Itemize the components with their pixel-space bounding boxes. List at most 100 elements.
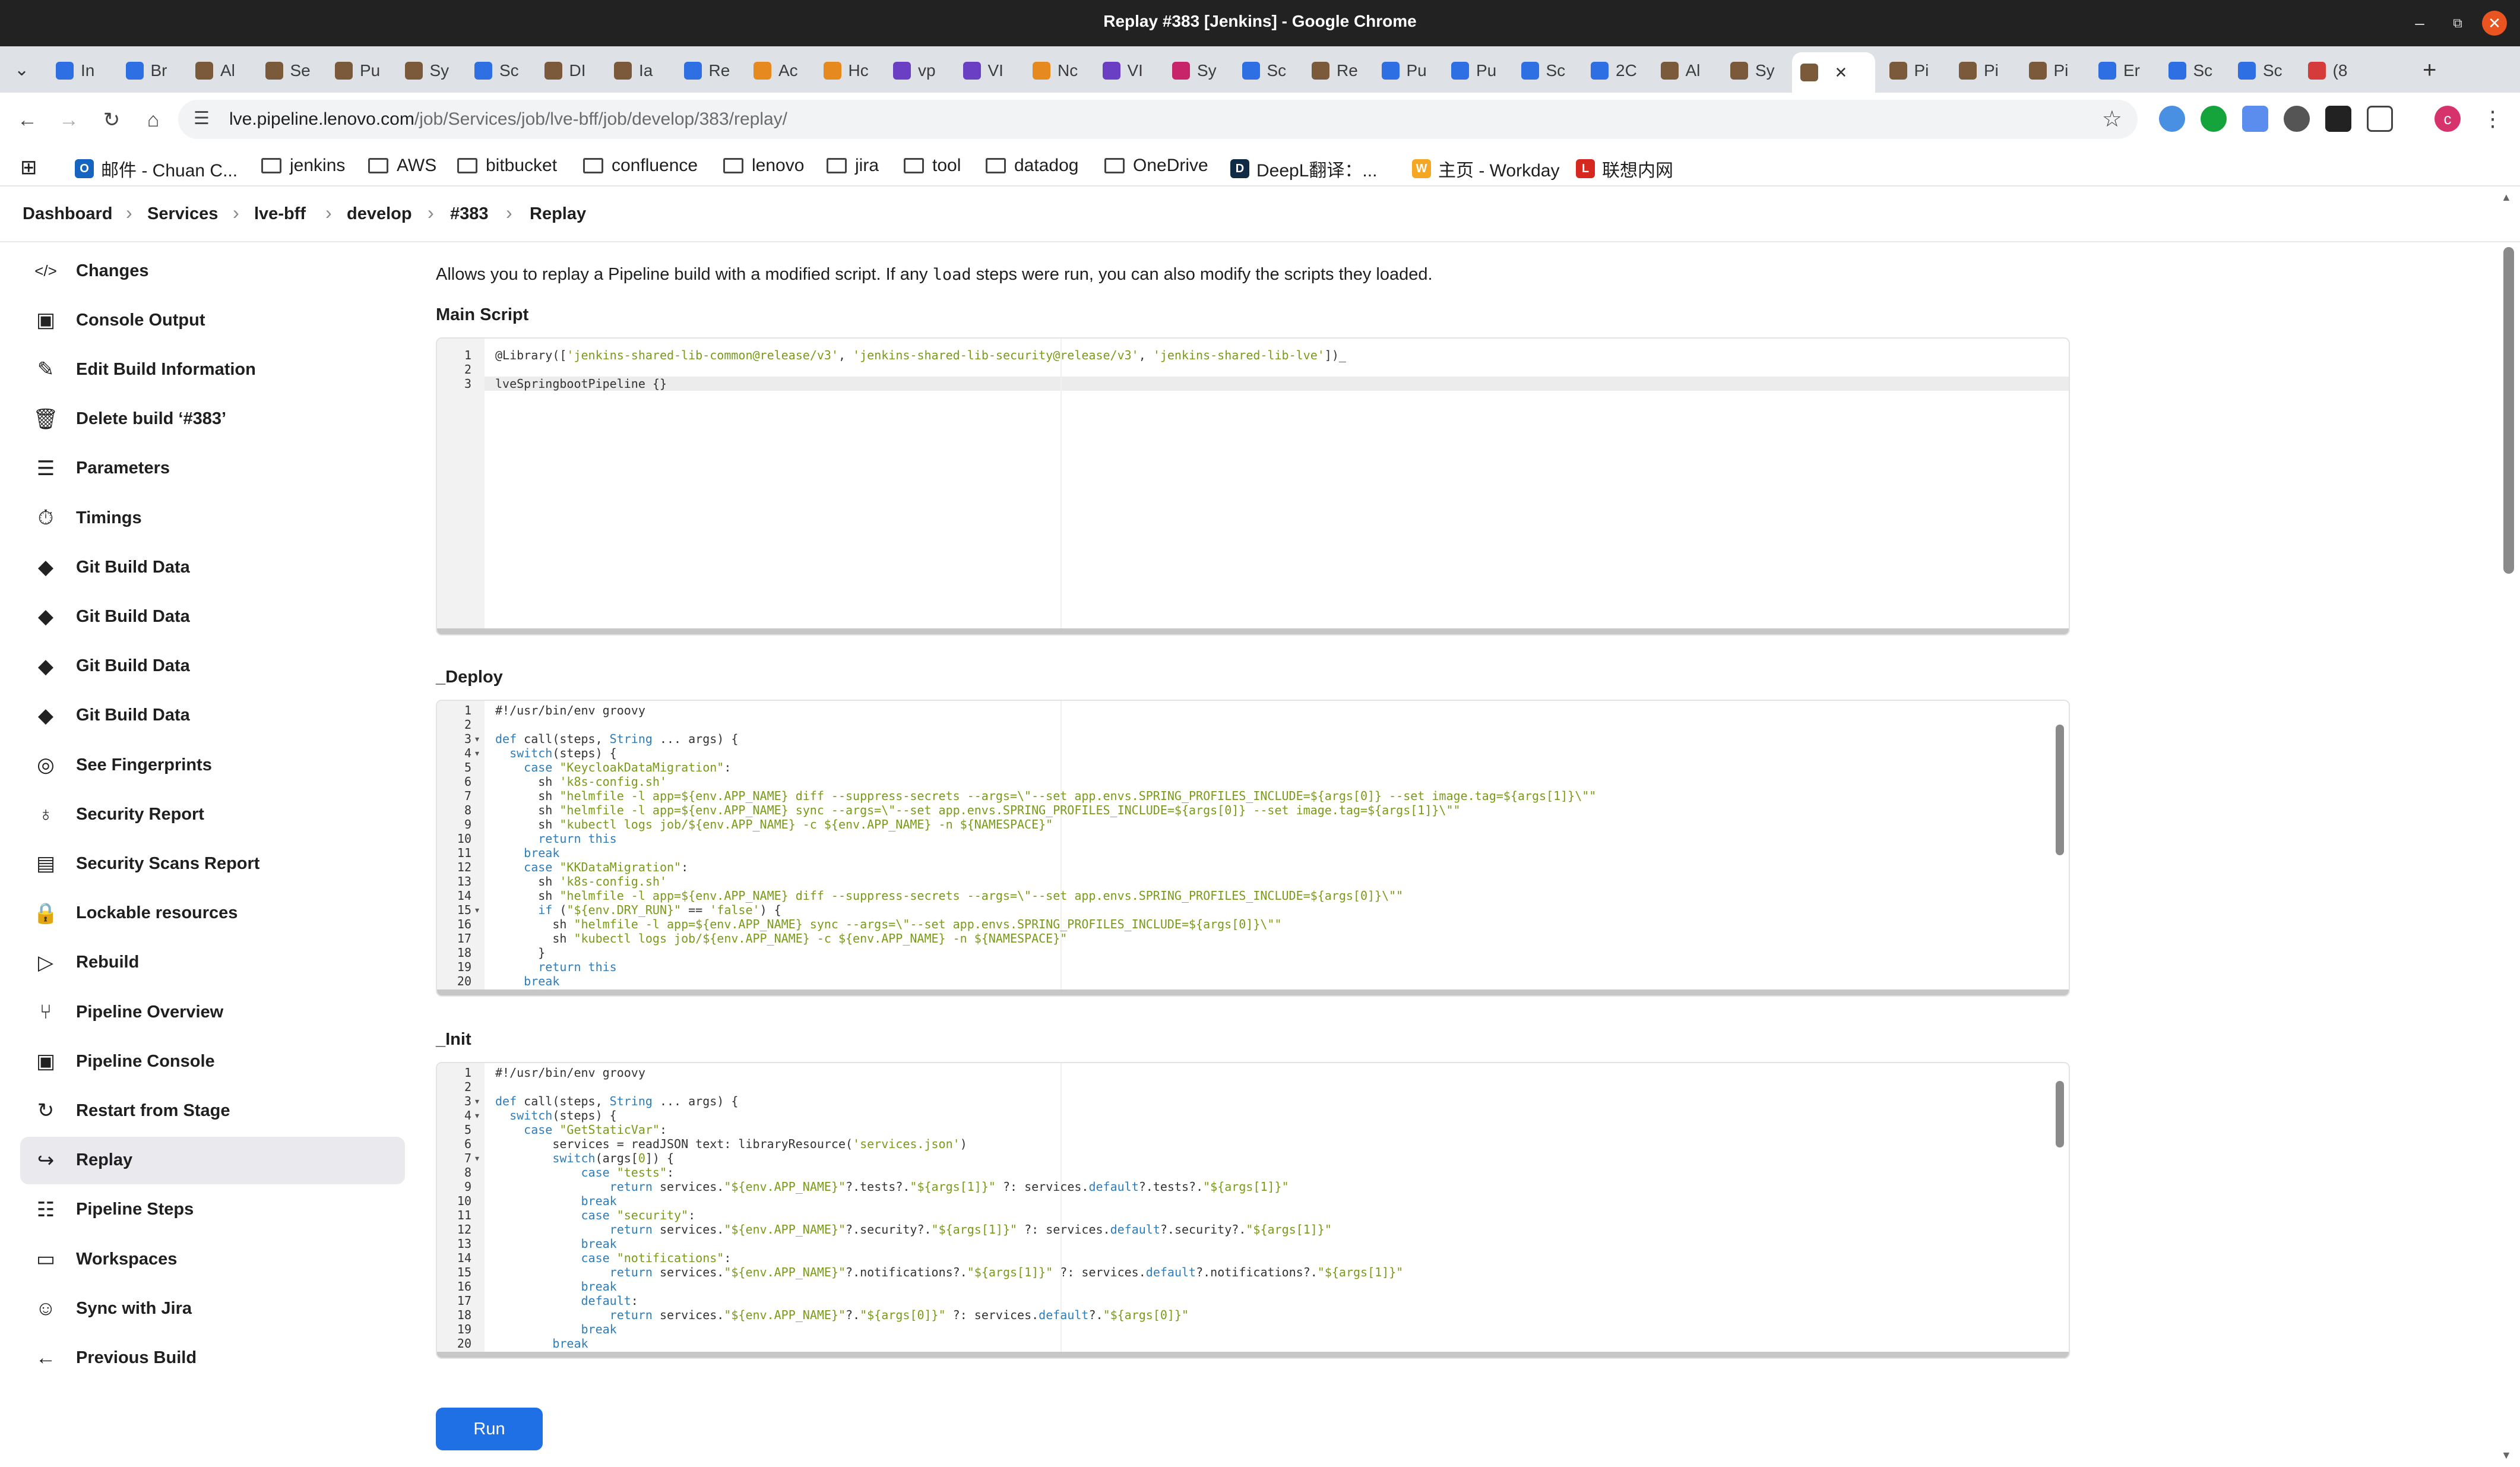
breadcrumb-item[interactable]: Replay bbox=[530, 204, 586, 224]
minimize-icon[interactable]: – bbox=[2407, 11, 2432, 36]
browser-tab[interactable]: Re bbox=[1303, 53, 1369, 88]
sidebar-item-sync-with-jira[interactable]: ☺ Sync with Jira bbox=[20, 1285, 405, 1332]
tab-active[interactable]: ✕ bbox=[1791, 52, 1875, 93]
code-line[interactable]: sh "helmfile -l app=${env.APP_NAME} diff… bbox=[495, 789, 1596, 803]
browser-tab[interactable]: Er bbox=[2090, 53, 2155, 88]
code-line[interactable]: return services."${env.APP_NAME}"?.secur… bbox=[495, 1222, 1332, 1237]
browser-tab[interactable]: Pu bbox=[1443, 53, 1508, 88]
browser-tab[interactable]: Sc bbox=[1234, 53, 1299, 88]
browser-tab[interactable]: Sy bbox=[1164, 53, 1229, 88]
sidebar-item-security-report[interactable]: ♁ Security Report bbox=[20, 791, 405, 838]
browser-tab[interactable]: VI bbox=[955, 53, 1020, 88]
browser-tab[interactable]: vp bbox=[885, 53, 950, 88]
sidebar-item-git-build-data[interactable]: ◆ Git Build Data bbox=[20, 643, 405, 690]
code-line[interactable]: break bbox=[495, 846, 559, 860]
code-line[interactable]: switch(steps) { bbox=[495, 746, 617, 760]
fold-toggle-icon[interactable]: ▾ bbox=[475, 734, 479, 744]
browser-tab[interactable]: (8 bbox=[2300, 53, 2365, 88]
code-line[interactable]: #!/usr/bin/env groovy bbox=[495, 703, 645, 717]
extension-icon[interactable] bbox=[2325, 106, 2351, 132]
browser-tab[interactable]: DI bbox=[536, 53, 601, 88]
browser-tab[interactable]: Sc bbox=[466, 53, 531, 88]
url-text[interactable]: lve.pipeline.lenovo.com/job/Services/job… bbox=[229, 109, 787, 129]
code-line[interactable]: case "GetStaticVar": bbox=[495, 1123, 667, 1137]
fold-toggle-icon[interactable]: ▾ bbox=[475, 1111, 479, 1121]
bookmark-item[interactable]: lenovo bbox=[723, 156, 804, 176]
code-line[interactable]: break bbox=[495, 1279, 617, 1294]
browser-tab[interactable]: Sy bbox=[397, 53, 462, 88]
page-scrollbar[interactable] bbox=[2503, 247, 2514, 574]
bookmark-item[interactable]: O 邮件 - Chuan C... bbox=[75, 156, 238, 182]
extension-icon[interactable] bbox=[2284, 106, 2310, 132]
browser-tab[interactable]: Sc bbox=[2230, 53, 2295, 88]
forward-icon[interactable]: → bbox=[55, 106, 83, 134]
code-line[interactable]: case "KeycloakDataMigration": bbox=[495, 760, 731, 774]
sidebar-item-git-build-data[interactable]: ◆ Git Build Data bbox=[20, 543, 405, 591]
bookmark-item[interactable]: OneDrive bbox=[1104, 156, 1208, 176]
run-button[interactable]: Run bbox=[436, 1408, 543, 1450]
browser-tab[interactable]: Re bbox=[676, 53, 741, 88]
breadcrumb-item[interactable]: develop bbox=[347, 204, 412, 224]
browser-tab[interactable]: VI bbox=[1094, 53, 1160, 88]
browser-tab[interactable]: Se bbox=[257, 53, 322, 88]
code-line[interactable]: case "KKDataMigration": bbox=[495, 860, 688, 874]
code-line[interactable]: return this bbox=[495, 960, 616, 974]
code-line[interactable]: def call(steps, String ... args) { bbox=[495, 1094, 738, 1108]
code-line[interactable]: services = readJSON text: libraryResourc… bbox=[495, 1137, 967, 1151]
sidebar-item-changes[interactable]: </> Changes bbox=[20, 247, 405, 295]
browser-tab[interactable]: Pu bbox=[1373, 53, 1439, 88]
reload-icon[interactable]: ↻ bbox=[97, 106, 126, 134]
deploy-script-editor[interactable]: 1 #!/usr/bin/env groovy 2 3 ▾ def call(steps,… bbox=[436, 700, 2070, 997]
browser-tab[interactable]: Ac bbox=[745, 53, 811, 88]
sidebar-item-pipeline-console[interactable]: ▣ Pipeline Console bbox=[20, 1038, 405, 1085]
bookmark-item[interactable]: bitbucket bbox=[457, 156, 557, 176]
sidebar-item-git-build-data[interactable]: ◆ Git Build Data bbox=[20, 593, 405, 640]
code-line[interactable]: return services."${env.APP_NAME}"?."${ar… bbox=[495, 1308, 1189, 1322]
bookmark-item[interactable]: tool bbox=[904, 156, 961, 176]
maximize-icon[interactable]: ⧉ bbox=[2445, 11, 2470, 36]
scroll-down-icon[interactable]: ▼ bbox=[2501, 1449, 2512, 1462]
browser-tab[interactable]: Al bbox=[187, 53, 252, 88]
code-line[interactable]: case "security": bbox=[495, 1208, 696, 1222]
editor-resize-bar[interactable] bbox=[437, 1352, 2069, 1358]
home-icon[interactable]: ⌂ bbox=[139, 106, 167, 134]
sidebar-item-see-fingerprints[interactable]: ◎ See Fingerprints bbox=[20, 741, 405, 789]
sidebar-item-replay[interactable]: ↪ Replay bbox=[20, 1136, 405, 1184]
code-line[interactable]: switch(args[0]) { bbox=[495, 1151, 674, 1165]
tab-close-icon[interactable]: ✕ bbox=[1835, 64, 1848, 82]
code-line[interactable]: sh "helmfile -l app=${env.APP_NAME} sync… bbox=[495, 917, 1281, 931]
browser-tab[interactable]: Pu bbox=[327, 53, 392, 88]
breadcrumb-item[interactable]: #383 bbox=[450, 204, 489, 224]
scroll-up-icon[interactable]: ▲ bbox=[2501, 191, 2512, 204]
code-line[interactable]: def call(steps, String ... args) { bbox=[495, 732, 738, 746]
code-line[interactable]: return this bbox=[495, 831, 616, 846]
grammarly-icon[interactable] bbox=[2201, 106, 2227, 132]
editor-scrollbar[interactable] bbox=[2056, 1081, 2064, 1147]
sidebar-item-console-output[interactable]: ▣ Console Output bbox=[20, 296, 405, 344]
browser-tab[interactable]: Nc bbox=[1024, 53, 1090, 88]
code-line[interactable]: sh "kubectl logs job/${env.APP_NAME} -c … bbox=[495, 931, 1067, 946]
bookmark-item[interactable]: datadog bbox=[986, 156, 1078, 176]
browser-tab[interactable]: Hc bbox=[815, 53, 881, 88]
code-line[interactable]: case "notifications": bbox=[495, 1251, 732, 1265]
close-window-icon[interactable]: ✕ bbox=[2482, 11, 2507, 36]
sidebar-item-rebuild[interactable]: ▷ Rebuild bbox=[20, 939, 405, 987]
browser-tab[interactable]: Pi bbox=[2021, 53, 2086, 88]
code-line[interactable]: return services."${env.APP_NAME}"?.tests… bbox=[495, 1180, 1289, 1194]
breadcrumb-item[interactable]: lve-bff bbox=[254, 204, 306, 224]
code-line[interactable]: @Library(['jenkins-shared-lib-common@rel… bbox=[495, 348, 1346, 362]
new-tab-icon[interactable]: + bbox=[2423, 57, 2436, 84]
extensions-puzzle-icon[interactable] bbox=[2367, 106, 2393, 132]
sidebar-item-edit-build-information[interactable]: ✎ Edit Build Information bbox=[20, 346, 405, 393]
bookmark-item[interactable]: AWS bbox=[368, 156, 436, 176]
sidebar-item-workspaces[interactable]: ▭ Workspaces bbox=[20, 1235, 405, 1283]
profile-avatar[interactable]: c bbox=[2434, 106, 2461, 132]
code-line[interactable]: sh "kubectl logs job/${env.APP_NAME} -c … bbox=[495, 817, 1053, 831]
sidebar-item-timings[interactable]: ⏱ Timings bbox=[20, 494, 405, 542]
browser-tab[interactable]: Al bbox=[1652, 53, 1718, 88]
bookmark-item[interactable]: jenkins bbox=[261, 156, 345, 176]
browser-tab[interactable]: Pi bbox=[1881, 53, 1946, 88]
browser-tab[interactable]: Br bbox=[118, 53, 183, 88]
browser-tab[interactable]: Sy bbox=[1722, 53, 1787, 88]
code-line[interactable]: case "tests": bbox=[495, 1165, 675, 1180]
